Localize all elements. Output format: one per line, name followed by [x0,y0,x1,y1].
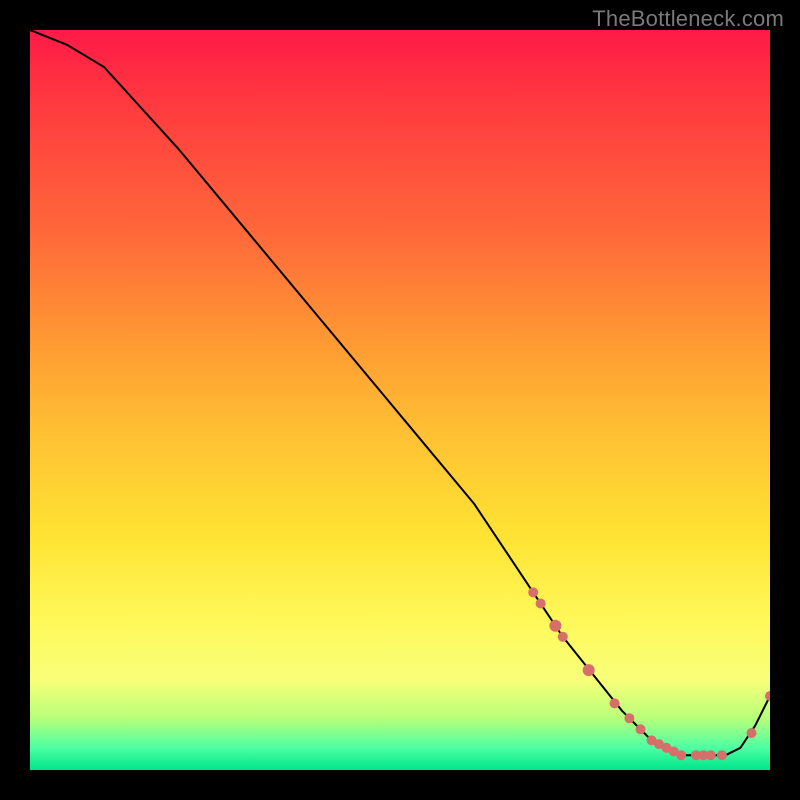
chart-frame: TheBottleneck.com [0,0,800,800]
data-point-marker [610,698,620,708]
data-point-marker [717,750,727,760]
data-point-marker [536,599,546,609]
data-point-marker [706,750,716,760]
chart-svg [30,30,770,770]
data-point-marker [549,620,561,632]
data-point-marker [583,664,595,676]
data-point-marker [747,728,757,738]
data-point-marker [676,750,686,760]
data-point-marker [558,632,568,642]
data-point-marker [636,724,646,734]
data-point-marker [624,713,634,723]
data-point-marker [765,691,770,701]
watermark-text: TheBottleneck.com [592,6,784,32]
bottleneck-curve [30,30,770,755]
plot-area [30,30,770,770]
data-point-marker [528,587,538,597]
